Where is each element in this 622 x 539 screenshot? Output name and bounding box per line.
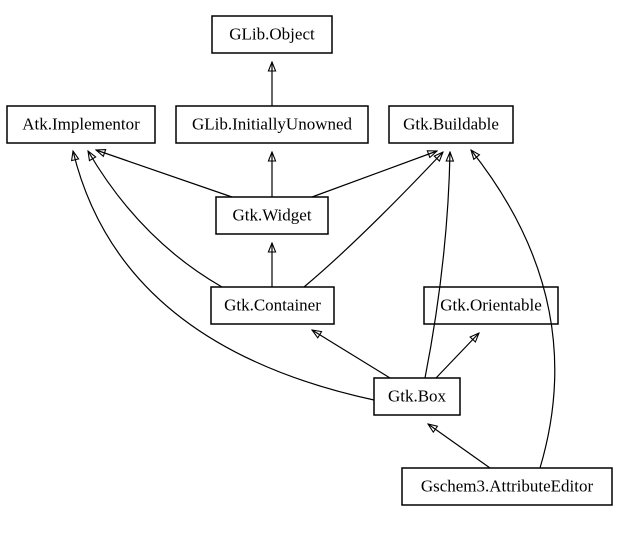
node-label-glib_object: GLib.Object (229, 24, 315, 43)
node-gtk_widget: Gtk.Widget (216, 197, 328, 234)
node-glib_object: GLib.Object (212, 16, 332, 53)
node-gtk_box: Gtk.Box (374, 378, 460, 415)
node-gtk_buildable: Gtk.Buildable (389, 106, 513, 143)
node-label-gtk_orientable: Gtk.Orientable (440, 295, 542, 314)
edge-gtk_container-to-atk_implementor (88, 151, 222, 287)
node-gtk_orientable: Gtk.Orientable (424, 287, 558, 324)
edge-gtk_container-to-gtk_buildable (304, 152, 443, 287)
node-label-gtk_container: Gtk.Container (224, 295, 321, 314)
edge-gtk_box-to-gtk_orientable (436, 333, 479, 378)
edge-gtk_box-to-gtk_container (312, 330, 390, 378)
edge-gtk_widget-to-gtk_buildable (312, 151, 437, 197)
node-label-gschem3_attreditor: Gschem3.AttributeEditor (421, 476, 594, 495)
node-label-gtk_box: Gtk.Box (388, 386, 447, 405)
node-gtk_container: Gtk.Container (211, 287, 334, 324)
node-label-gtk_buildable: Gtk.Buildable (403, 114, 499, 133)
node-gschem3_attreditor: Gschem3.AttributeEditor (402, 468, 612, 505)
edge-gschem3_attreditor-to-gtk_box (428, 424, 490, 468)
node-atk_implementor: Atk.Implementor (7, 106, 155, 143)
node-label-gtk_widget: Gtk.Widget (232, 205, 311, 224)
edge-gtk_box-to-gtk_buildable (425, 152, 450, 378)
edge-gtk_widget-to-atk_implementor (96, 150, 232, 197)
node-glib_initunowned: GLib.InitiallyUnowned (176, 106, 368, 143)
edge-gtk_box-to-atk_implementor (73, 151, 374, 400)
node-label-glib_initunowned: GLib.InitiallyUnowned (192, 114, 353, 133)
node-label-atk_implementor: Atk.Implementor (22, 114, 140, 133)
